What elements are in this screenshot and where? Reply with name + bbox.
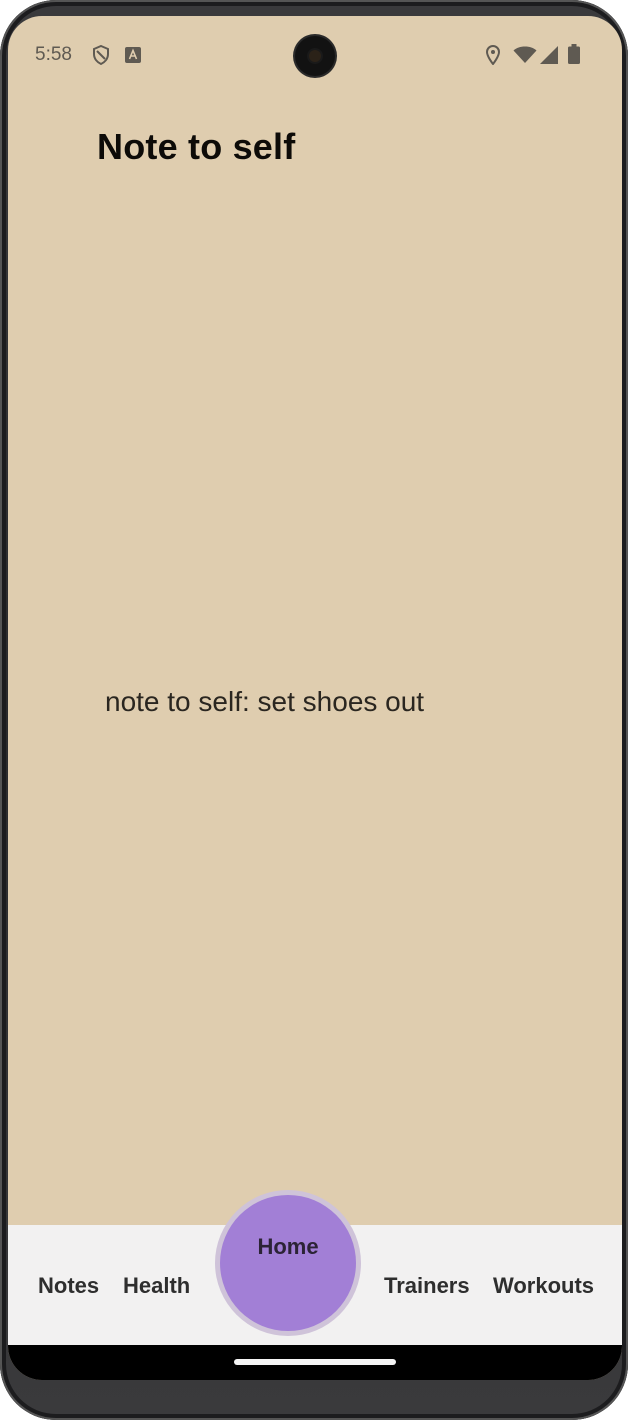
nav-item-trainers[interactable]: Trainers [384,1273,470,1299]
note-text: note to self: set shoes out [105,686,425,717]
home-button[interactable]: Home [215,1190,361,1336]
front-camera [295,36,335,76]
nav-item-workouts[interactable]: Workouts [493,1273,594,1299]
home-button-label: Home [257,1234,319,1259]
gesture-navigation-bar [8,1345,622,1380]
shield-icon [92,44,110,70]
wifi-icon [513,46,537,69]
status-time: 5:58 [35,44,72,65]
nav-item-health[interactable]: Health [123,1273,190,1299]
device-frame: 5:58 Note to self note to self: set shoe… [0,0,628,1420]
home-button-face[interactable]: Home [220,1195,356,1331]
battery-icon [568,44,580,69]
status-bar: 5:58 [8,16,622,96]
app-screen: 5:58 Note to self note to self: set shoe… [8,16,622,1380]
home-gesture-handle[interactable] [234,1359,396,1365]
keyboard-a-icon [125,47,141,68]
location-pin-icon [485,44,501,70]
nav-item-notes[interactable]: Notes [38,1273,99,1299]
cell-signal-icon [539,46,559,69]
page-title: Note to self [97,126,296,167]
